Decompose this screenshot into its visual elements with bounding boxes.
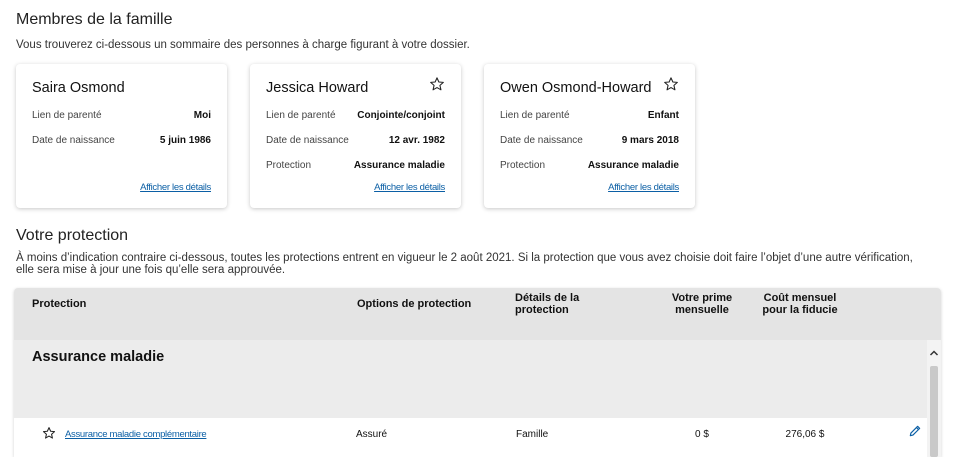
row-value: 5 juin 1986 xyxy=(159,135,211,146)
row-label: Date de naissance xyxy=(266,135,349,146)
row-value: 9 mars 2018 xyxy=(621,135,679,146)
row-label: Protection xyxy=(266,160,312,171)
row-value: Enfant xyxy=(647,110,679,121)
trust-monthly-cost: 276,06 $ xyxy=(785,429,825,440)
header-cost-line2: pour la fiducie xyxy=(762,304,838,316)
header-protection: Protection xyxy=(32,298,87,310)
row-label: Lien de parenté xyxy=(266,110,336,121)
group-title: Assurance maladie xyxy=(32,349,165,365)
monthly-premium: 0 $ xyxy=(695,429,709,440)
table-scrollbar[interactable] xyxy=(927,340,941,457)
show-details-link[interactable]: Afficher les détails xyxy=(140,182,211,193)
protection-section-title: Votre protection xyxy=(16,227,129,244)
protection-option: Assuré xyxy=(356,429,388,440)
star-icon[interactable] xyxy=(663,76,679,92)
row-value: Conjointe/conjoint xyxy=(357,110,445,121)
show-details-link[interactable]: Afficher les détails xyxy=(374,182,445,193)
family-section-description: Vous trouverez ci-dessous un sommaire de… xyxy=(16,39,470,51)
header-details: Détails de la protection xyxy=(515,292,579,316)
row-label: Lien de parenté xyxy=(500,110,570,121)
member-card-saira: Saira Osmond Lien de parenté Moi Date de… xyxy=(16,64,227,208)
protection-table: Protection Options de protection Détails… xyxy=(14,288,941,457)
member-name: Jessica Howard xyxy=(266,80,369,96)
row-label: Date de naissance xyxy=(32,135,115,146)
protection-name-link[interactable]: Assurance maladie complémentaire xyxy=(65,429,207,440)
star-icon[interactable] xyxy=(429,76,445,92)
row-label: Lien de parenté xyxy=(32,110,102,121)
member-card-owen: Owen Osmond-Howard Lien de parenté Enfan… xyxy=(484,64,695,208)
scrollbar-thumb[interactable] xyxy=(930,366,938,457)
row-value: Assurance maladie xyxy=(353,160,445,171)
member-name: Saira Osmond xyxy=(32,80,125,96)
show-details-link[interactable]: Afficher les détails xyxy=(608,182,679,193)
row-label: Protection xyxy=(500,160,546,171)
row-value: 12 avr. 1982 xyxy=(388,135,445,146)
header-premium-line2: mensuelle xyxy=(675,304,729,316)
group-header-health: Assurance maladie xyxy=(14,340,941,418)
pencil-icon[interactable] xyxy=(908,424,922,438)
member-name: Owen Osmond-Howard xyxy=(500,80,652,96)
protection-description-line2: elle sera mise à jour une fois qu’elle s… xyxy=(16,264,286,276)
header-details-line1: Détails de la xyxy=(515,292,580,304)
family-section-title: Membres de la famille xyxy=(16,11,173,28)
chevron-up-icon[interactable] xyxy=(929,348,939,358)
star-icon[interactable] xyxy=(42,426,56,440)
table-header: Protection Options de protection Détails… xyxy=(14,288,941,340)
header-premium-line1: Votre prime xyxy=(671,292,733,304)
row-label: Date de naissance xyxy=(500,135,583,146)
protection-details: Famille xyxy=(516,429,549,440)
member-card-jessica: Jessica Howard Lien de parenté Conjointe… xyxy=(250,64,461,208)
header-options: Options de protection xyxy=(357,298,472,310)
header-cost-line1: Coût mensuel xyxy=(763,292,837,304)
row-value: Moi xyxy=(193,110,211,121)
header-details-line2: protection xyxy=(515,304,569,316)
header-premium: Votre prime mensuelle xyxy=(644,292,760,316)
header-trust-cost: Coût mensuel pour la fiducie xyxy=(750,292,850,316)
table-row: Assurance maladie complémentaire Assuré … xyxy=(14,418,927,457)
row-value: Assurance maladie xyxy=(587,160,679,171)
